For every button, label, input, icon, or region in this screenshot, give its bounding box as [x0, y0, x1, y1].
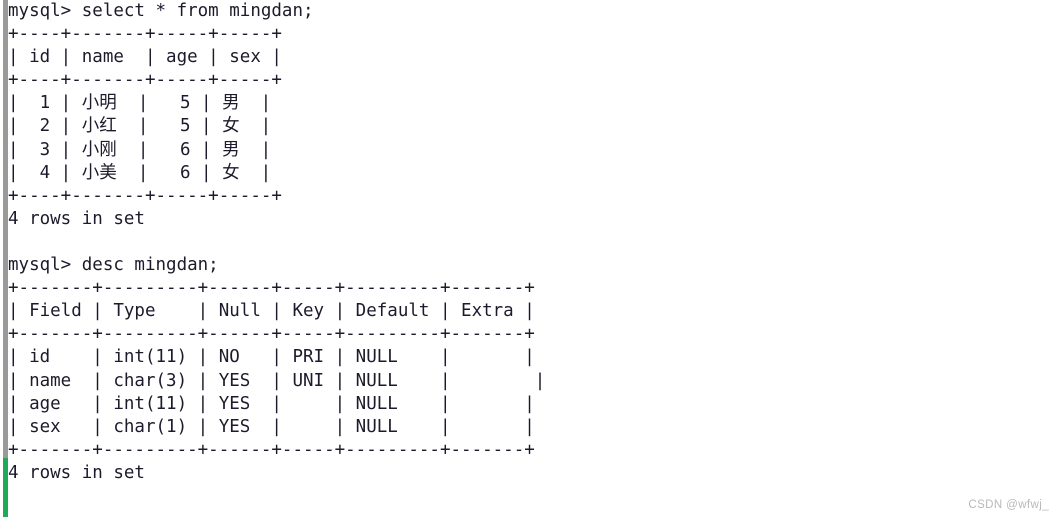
- terminal-line: | 2 | 小红 | 5 | 女 |: [8, 116, 272, 137]
- terminal-line: | 3 | 小刚 | 6 | 男 |: [8, 139, 272, 160]
- terminal-line: | 1 | 小明 | 5 | 男 |: [8, 93, 272, 114]
- terminal-line: | sex | char(1) | YES | | NULL | |: [8, 416, 535, 437]
- terminal-line: +----+-------+-----+-----+: [8, 70, 282, 91]
- terminal-output: mysql> select * from mingdan; +----+-----…: [8, 0, 1048, 485]
- terminal-line: +----+-------+-----+-----+: [8, 24, 282, 45]
- terminal-line: | id | int(11) | NO | PRI | NULL | |: [8, 347, 535, 368]
- terminal-line: +----+-------+-----+-----+: [8, 185, 282, 206]
- watermark: CSDN @wfwj_: [968, 499, 1049, 511]
- terminal-line: 4 rows in set: [8, 462, 145, 483]
- terminal-line: | 4 | 小美 | 6 | 女 |: [8, 162, 272, 183]
- terminal-line: | Field | Type | Null | Key | Default | …: [8, 301, 535, 322]
- terminal-line: +-------+---------+------+-----+--------…: [8, 324, 535, 345]
- terminal-line: | name | char(3) | YES | UNI | NULL | |: [8, 370, 546, 391]
- terminal-line: mysql> desc mingdan;: [8, 255, 219, 276]
- terminal-line: +-------+---------+------+-----+--------…: [8, 278, 535, 299]
- terminal-line: 4 rows in set: [8, 208, 145, 229]
- terminal-line: mysql> select * from mingdan;: [8, 1, 314, 21]
- terminal-line: | id | name | age | sex |: [8, 47, 282, 68]
- terminal-line: +-------+---------+------+-----+--------…: [8, 439, 535, 460]
- terminal-line: | age | int(11) | YES | | NULL | |: [8, 393, 535, 414]
